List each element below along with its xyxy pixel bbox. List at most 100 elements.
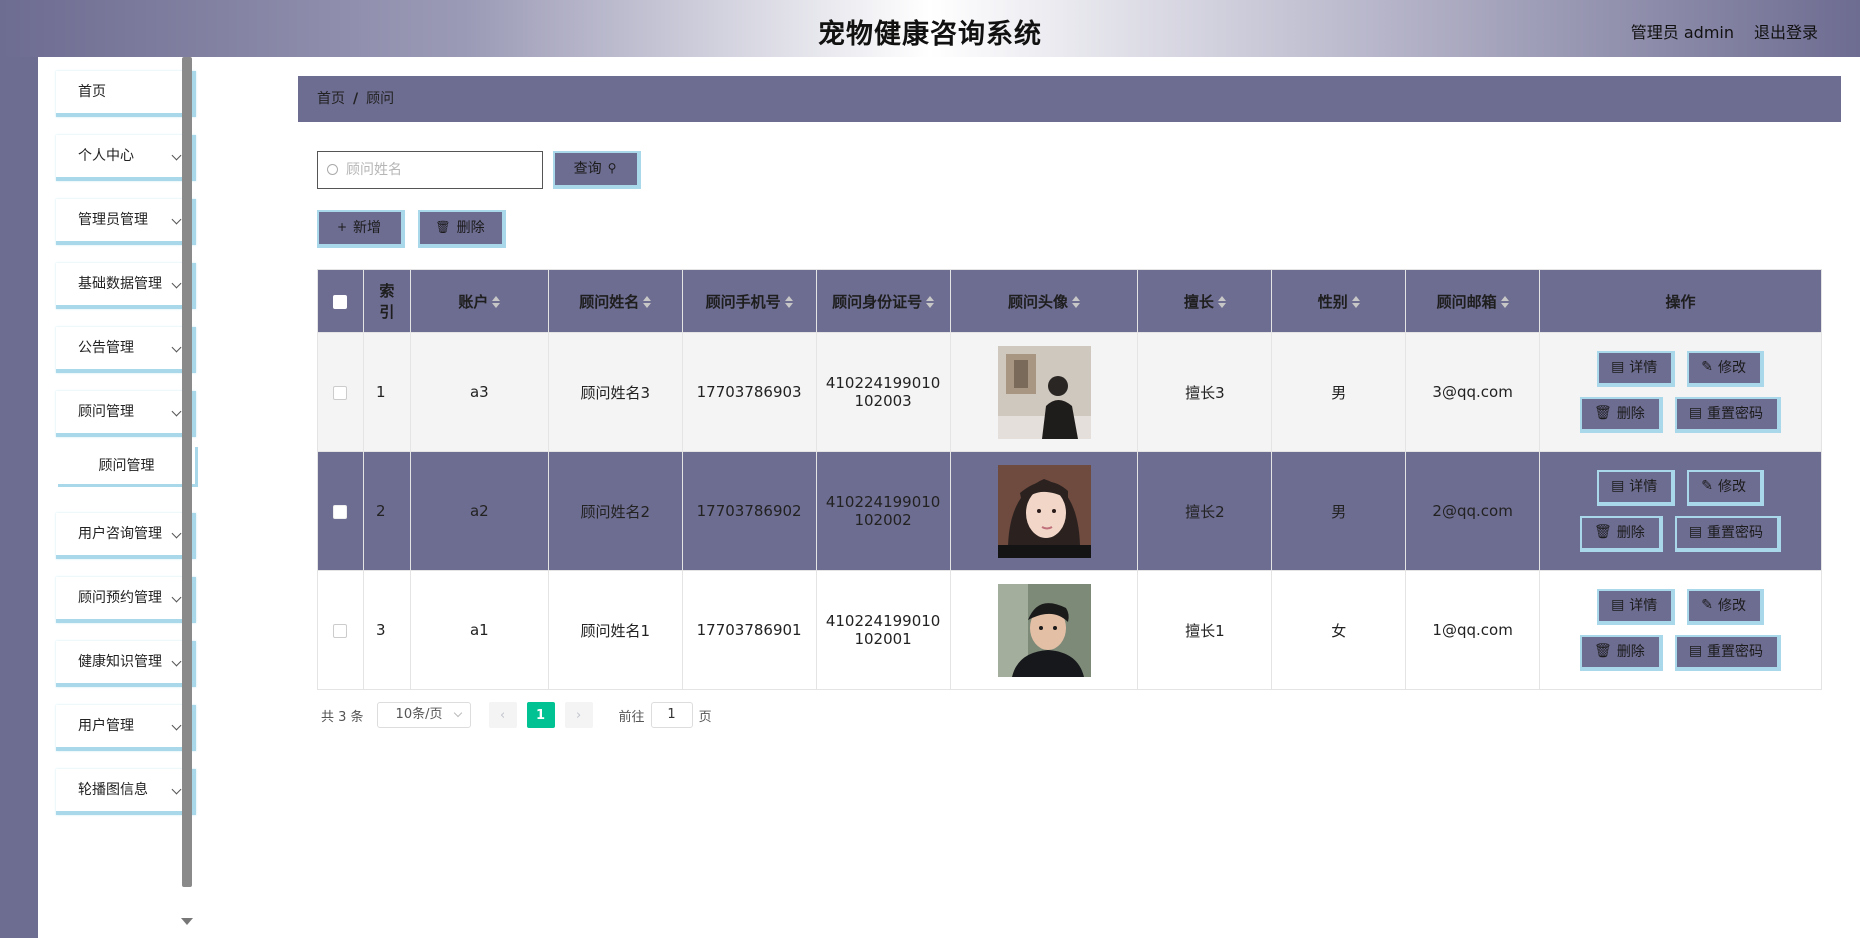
cell-email: 1@qq.com xyxy=(1405,570,1541,690)
detail-button[interactable]: ▤ 详情 xyxy=(1597,589,1676,625)
col-phone[interactable]: 顾问手机号 xyxy=(681,269,817,333)
idcard-line-2: 102002 xyxy=(854,511,912,529)
edit-button[interactable]: ✎ 修改 xyxy=(1687,470,1765,506)
sort-icon[interactable] xyxy=(926,296,935,308)
search-input[interactable] xyxy=(317,151,543,189)
sidebar-item-base-data[interactable]: 基础数据管理 xyxy=(56,263,196,309)
scroll-down-arrow-icon[interactable] xyxy=(181,918,193,925)
sort-icon[interactable] xyxy=(1500,296,1509,308)
select-all-cell[interactable] xyxy=(317,269,364,333)
sidebar-item-label: 用户管理 xyxy=(78,718,134,734)
delete-label: 删除 xyxy=(1616,525,1645,541)
search-icon xyxy=(327,164,338,175)
sidebar-item-consultant[interactable]: 顾问管理 xyxy=(56,391,196,437)
sidebar-scrollbar[interactable] xyxy=(182,57,192,887)
detail-label: 详情 xyxy=(1629,598,1658,614)
reset-password-button[interactable]: ▤ 重置密码 xyxy=(1674,516,1782,552)
sidebar-item-label: 健康知识管理 xyxy=(78,654,162,670)
page-size-select[interactable]: 10条/页 xyxy=(376,702,471,728)
search-button[interactable]: 查询 ⚲ xyxy=(553,151,641,189)
search-button-label: 查询 xyxy=(573,161,602,177)
reset-password-button[interactable]: ▤ 重置密码 xyxy=(1674,635,1782,671)
idcard-line-1: 410224199010 xyxy=(825,612,941,630)
col-name[interactable]: 顾问姓名 xyxy=(547,269,683,333)
sidebar-item-carousel[interactable]: 轮播图信息 xyxy=(56,769,196,815)
row-delete-button[interactable]: 🗑 删除 xyxy=(1580,635,1663,671)
detail-button[interactable]: ▤ 详情 xyxy=(1597,351,1676,387)
chevron-left-icon: ‹ xyxy=(499,707,506,723)
sidebar-item-label: 个人中心 xyxy=(78,148,134,164)
plus-icon: + xyxy=(336,220,348,234)
prev-page-button[interactable]: ‹ xyxy=(488,702,517,728)
reset-label: 重置密码 xyxy=(1707,525,1764,541)
chevron-down-icon xyxy=(171,528,182,539)
sidebar-item-user-consult[interactable]: 用户咨询管理 xyxy=(56,513,196,559)
goto-page-input[interactable]: 1 xyxy=(650,702,693,728)
table-row: 1 a3 顾问姓名3 17703786903 410224199010 10200… xyxy=(317,332,1822,452)
edit-button[interactable]: ✎ 修改 xyxy=(1687,351,1765,387)
breadcrumb: 首页 / 顾问 xyxy=(298,76,1841,122)
sort-icon[interactable] xyxy=(1217,296,1226,308)
idcard-line-2: 102003 xyxy=(854,392,912,410)
sort-icon[interactable] xyxy=(643,296,652,308)
row-checkbox[interactable] xyxy=(333,623,348,638)
chevron-right-icon: › xyxy=(575,707,582,723)
breadcrumb-home[interactable]: 首页 xyxy=(317,91,345,107)
cell-specialty: 擅长1 xyxy=(1137,570,1273,690)
row-delete-button[interactable]: 🗑 删除 xyxy=(1580,397,1663,433)
logout-link[interactable]: 退出登录 xyxy=(1754,19,1818,43)
sidebar-item-health-knowledge[interactable]: 健康知识管理 xyxy=(56,641,196,687)
delete-label: 删除 xyxy=(1616,644,1645,660)
col-account[interactable]: 账户 xyxy=(409,269,549,333)
delete-button[interactable]: 🗑 删除 xyxy=(418,210,506,248)
table-row: 3 a1 顾问姓名1 17703786901 410224199010 10200… xyxy=(317,570,1822,690)
cell-phone: 17703786901 xyxy=(681,570,817,690)
sort-icon[interactable] xyxy=(1072,296,1080,308)
next-page-button[interactable]: › xyxy=(564,702,593,728)
page-number-current[interactable]: 1 xyxy=(526,702,555,728)
sort-icon[interactable] xyxy=(1351,296,1360,308)
sidebar-strip xyxy=(0,57,38,938)
col-idcard[interactable]: 顾问身份证号 xyxy=(815,269,951,333)
row-select-cell[interactable] xyxy=(317,570,364,690)
avatar xyxy=(997,345,1091,439)
row-select-cell[interactable] xyxy=(317,332,364,452)
cell-name: 顾问姓名2 xyxy=(547,451,683,571)
row-checkbox[interactable] xyxy=(333,385,348,400)
col-ops: 操作 xyxy=(1539,269,1822,333)
edit-button[interactable]: ✎ 修改 xyxy=(1687,589,1765,625)
trash-icon: 🗑 xyxy=(1594,405,1612,421)
row-checkbox[interactable] xyxy=(333,504,348,519)
cell-index: 2 xyxy=(362,451,411,571)
sort-icon[interactable] xyxy=(784,296,793,308)
col-avatar[interactable]: 顾问头像 xyxy=(949,269,1139,333)
sidebar-item-notice[interactable]: 公告管理 xyxy=(56,327,196,373)
detail-label: 详情 xyxy=(1629,360,1658,376)
breadcrumb-current: 顾问 xyxy=(366,91,395,107)
col-label: 顾问手机号 xyxy=(705,292,781,311)
sidebar-item-appointment[interactable]: 顾问预约管理 xyxy=(56,577,196,623)
sort-icon[interactable] xyxy=(492,296,501,308)
row-delete-button[interactable]: 🗑 删除 xyxy=(1580,516,1663,552)
sidebar-item-label: 基础数据管理 xyxy=(78,276,162,292)
detail-button[interactable]: ▤ 详情 xyxy=(1597,470,1676,506)
document-icon: ▤ xyxy=(1688,405,1703,421)
idcard-line-1: 410224199010 xyxy=(825,374,941,392)
sidebar-item-personal-center[interactable]: 个人中心 xyxy=(56,135,196,181)
add-button[interactable]: + 新增 xyxy=(317,210,405,248)
sidebar-item-home[interactable]: 首页 xyxy=(56,71,196,117)
cell-idcard: 410224199010 102002 xyxy=(815,451,951,571)
submenu-item-consultant-manage[interactable]: 顾问管理 xyxy=(58,447,198,487)
reset-password-button[interactable]: ▤ 重置密码 xyxy=(1674,397,1782,433)
avatar xyxy=(997,464,1091,558)
col-specialty[interactable]: 擅长 xyxy=(1137,269,1273,333)
col-gender[interactable]: 性别 xyxy=(1271,269,1407,333)
cell-ops: ▤ 详情 ✎ 修改 🗑 删除 ▤ 重置密码 xyxy=(1539,332,1822,452)
cell-avatar xyxy=(949,570,1139,690)
col-email[interactable]: 顾问邮箱 xyxy=(1405,269,1541,333)
chevron-down-icon xyxy=(171,656,182,667)
sidebar-item-user-manage[interactable]: 用户管理 xyxy=(56,705,196,751)
select-all-checkbox[interactable] xyxy=(333,294,348,309)
row-select-cell[interactable] xyxy=(317,451,364,571)
sidebar-item-admin-manage[interactable]: 管理员管理 xyxy=(56,199,196,245)
